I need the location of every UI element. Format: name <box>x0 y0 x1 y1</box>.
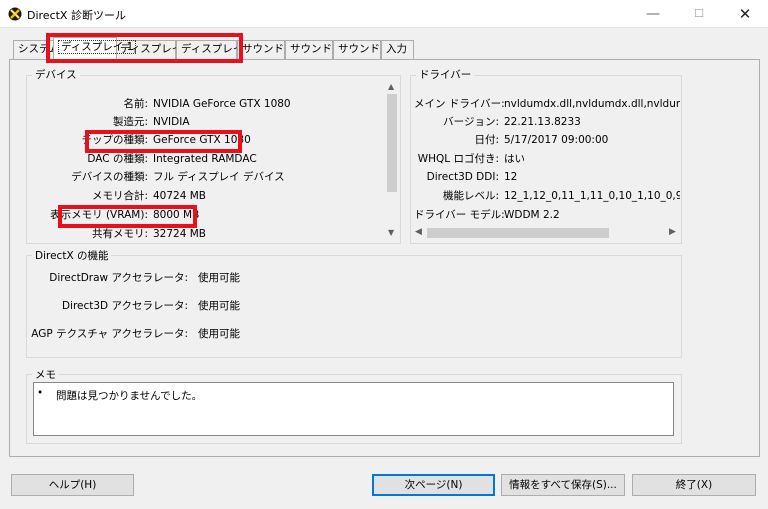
bullet-icon: • <box>37 387 44 399</box>
scroll-up-arrow-icon[interactable]: ▲ <box>388 82 394 91</box>
feature-label: DirectDraw アクセラレータ: <box>49 272 188 284</box>
driver-row-driver-model: ドライバー モデル: WDDM 2.2 <box>414 206 680 224</box>
feature-value: 使用可能 <box>198 300 240 312</box>
save-all-info-button[interactable]: 情報をすべて保存(S)... <box>501 474 625 496</box>
tab-label: 入力 <box>386 43 407 55</box>
field-value: 5/17/2017 09:00:00 <box>504 134 609 146</box>
field-label: デバイスの種類: <box>71 171 148 183</box>
tab-sound-1[interactable]: サウンド 1 <box>237 40 294 59</box>
scroll-left-arrow-icon[interactable]: ◀ <box>415 227 422 237</box>
device-row-total-memory: メモリ合計: 40724 MB <box>31 187 385 206</box>
maximize-button[interactable]: ☐ <box>676 0 722 28</box>
feature-row-directdraw: DirectDraw アクセラレータ: 使用可能 <box>31 269 431 288</box>
field-value: フル ディスプレイ デバイス <box>153 171 285 183</box>
device-group-label: デバイス <box>32 67 80 82</box>
driver-row-whql: WHQL ロゴ付き: はい <box>414 150 680 169</box>
scroll-down-arrow-icon[interactable]: ▼ <box>388 228 394 237</box>
feature-row-agp-texture: AGP テクスチャ アクセラレータ: 使用可能 <box>31 325 431 344</box>
field-value: WDDM 2.2 <box>504 209 560 221</box>
driver-row-date: 日付: 5/17/2017 09:00:00 <box>414 131 680 150</box>
device-row-name: 名前: NVIDIA GeForce GTX 1080 <box>31 95 385 114</box>
chip-type-highlight-annotation <box>85 130 242 153</box>
field-value: はい <box>504 153 525 165</box>
field-label: 日付: <box>474 134 499 146</box>
driver-list[interactable]: メイン ドライバー: nvldumdx.dll,nvldumdx.dll,nvl… <box>414 82 680 224</box>
title-bar: DirectX 診断ツール — ☐ ✕ <box>0 0 768 28</box>
driver-row-d3d-ddi: Direct3D DDI: 12 <box>414 168 680 187</box>
field-label: WHQL ロゴ付き: <box>417 153 499 165</box>
close-button[interactable]: ✕ <box>722 0 768 28</box>
feature-row-direct3d: Direct3D アクセラレータ: 使用可能 <box>31 297 431 316</box>
driver-row-version: バージョン: 22.21.13.8233 <box>414 113 680 132</box>
driver-row-feature-levels: 機能レベル: 12_1,12_0,11_1,11_0,10_1,10_0,9_3… <box>414 187 680 206</box>
notes-group-label: メモ <box>32 367 59 382</box>
field-label: バージョン: <box>443 116 499 128</box>
feature-value: 使用可能 <box>198 328 240 340</box>
notes-text: 問題は見つかりませんでした。 <box>56 390 203 402</box>
next-page-button[interactable]: 次ページ(N) <box>372 474 495 496</box>
feature-label: Direct3D アクセラレータ: <box>61 300 188 312</box>
scroll-right-arrow-icon[interactable]: ▶ <box>669 227 676 237</box>
directx-features-group-label: DirectX の機能 <box>32 248 112 263</box>
field-label: ドライバー モデル: <box>414 209 505 221</box>
tab-input[interactable]: 入力 <box>381 40 414 59</box>
field-label: 名前: <box>123 98 148 110</box>
device-row-device-type: デバイスの種類: フル ディスプレイ デバイス <box>31 168 385 187</box>
field-value: 12_1,12_0,11_1,11_0,10_1,10_0,9_3,9_2,9_… <box>504 190 680 202</box>
window-title: DirectX 診断ツール <box>27 9 126 22</box>
driver-row-main-driver: メイン ドライバー: nvldumdx.dll,nvldumdx.dll,nvl… <box>414 95 680 114</box>
field-value: 12 <box>504 171 518 183</box>
field-value: 22.21.13.8233 <box>504 116 581 128</box>
device-vertical-scrollbar[interactable]: ▲ ▼ <box>385 80 399 240</box>
field-label: 機能レベル: <box>442 190 499 202</box>
driver-group-label: ドライバー <box>416 67 475 82</box>
notes-text-area[interactable]: • 問題は見つかりませんでした。 <box>33 382 674 436</box>
scroll-thumb[interactable] <box>387 94 397 192</box>
tab-sound-3[interactable]: サウンド 3 <box>333 40 390 59</box>
feature-value: 使用可能 <box>198 272 240 284</box>
help-button[interactable]: ヘルプ(H) <box>11 474 134 496</box>
display-tabs-highlight-annotation <box>46 33 243 63</box>
field-value: 40724 MB <box>153 190 207 202</box>
scroll-thumb[interactable] <box>427 228 609 238</box>
field-value: nvldumdx.dll,nvldumdx.dll,nvldumdx.dll, <box>504 98 680 110</box>
minimize-button[interactable]: — <box>630 0 676 28</box>
feature-label: AGP テクスチャ アクセラレータ: <box>31 328 188 340</box>
field-value: NVIDIA GeForce GTX 1080 <box>153 98 291 110</box>
vram-highlight-annotation <box>58 205 197 228</box>
field-label: メイン ドライバー: <box>414 98 505 110</box>
driver-horizontal-scrollbar[interactable]: ◀ ▶ <box>412 226 680 240</box>
tab-sound-2[interactable]: サウンド 2 <box>285 40 342 59</box>
directx-app-icon <box>8 7 22 21</box>
exit-button[interactable]: 終了(X) <box>632 474 756 496</box>
field-label: メモリ合計: <box>91 190 148 202</box>
field-label: Direct3D DDI: <box>426 171 499 183</box>
